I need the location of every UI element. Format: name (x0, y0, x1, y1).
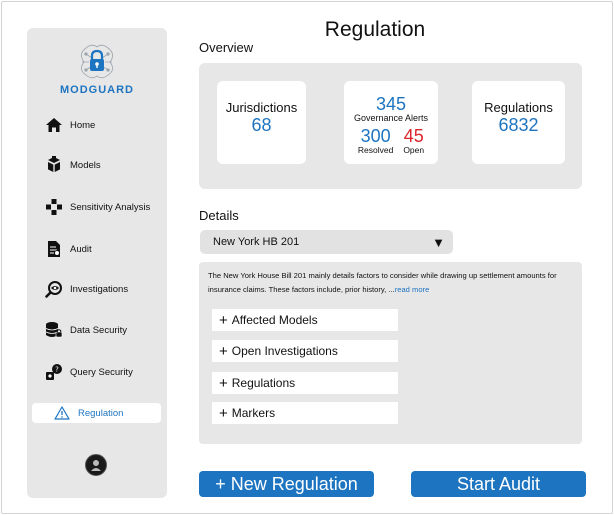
logo: MODGUARD (27, 42, 167, 96)
resolved-label: Resolved (357, 145, 394, 155)
governance-alerts-value: 345 (375, 94, 407, 114)
sidebar-item-label: Regulation (78, 407, 124, 419)
page-title: Regulation (324, 18, 426, 41)
plus-icon: + (219, 374, 228, 392)
query-gear-icon: ? (44, 362, 64, 382)
section-label: Affected Models (231, 313, 318, 327)
sidebar-item-investigations[interactable]: Investigations (32, 277, 162, 301)
overview-label: Overview (199, 40, 254, 55)
jurisdictions-label: Jurisdictions (225, 100, 298, 115)
magnifier-eye-icon (44, 279, 64, 299)
sidebar-item-regulation[interactable]: Regulation (32, 403, 161, 423)
section-label: Open Investigations (231, 344, 338, 358)
plus-icon: + (219, 404, 228, 422)
database-lock-icon (44, 320, 64, 340)
regulations-label: Regulations (484, 100, 553, 115)
section-open-investigations[interactable]: + Open Investigations (212, 340, 398, 362)
open-stat[interactable]: 45 Open (403, 127, 424, 155)
sidebar-item-label: Data Security (70, 324, 128, 336)
section-markers[interactable]: + Markers (212, 402, 398, 424)
sidebar-item-home[interactable]: Home (32, 113, 162, 137)
audit-document-icon (44, 239, 64, 259)
sidebar-item-label: Models (70, 159, 101, 171)
sidebar-item-label: Query Security (70, 366, 133, 378)
sidebar-item-models[interactable]: Models (32, 153, 162, 177)
overview-panel: Jurisdictions 68 345 Governance Alerts 3… (199, 63, 582, 189)
regulation-description: The New York House Bill 201 mainly detai… (208, 269, 568, 297)
governance-alerts-card[interactable]: 345 Governance Alerts 300 Resolved 45 Op… (344, 81, 438, 164)
svg-text:?: ? (55, 366, 59, 374)
regulation-select[interactable]: New York HB 201 ▼ (200, 230, 453, 254)
plus-icon: + (219, 311, 228, 329)
description-text: The New York House Bill 201 mainly detai… (208, 271, 557, 294)
new-regulation-button[interactable]: + New Regulation (199, 471, 374, 497)
models-icon (44, 155, 64, 175)
gamepad-icon (44, 197, 64, 217)
sidebar-item-sensitivity-analysis[interactable]: Sensitivity Analysis (32, 195, 162, 219)
sidebar-item-label: Investigations (70, 283, 129, 295)
jurisdictions-card[interactable]: Jurisdictions 68 (217, 81, 306, 164)
sidebar-item-label: Audit (70, 243, 92, 255)
regulation-select-value: New York HB 201 (213, 236, 300, 248)
regulations-value: 6832 (498, 115, 539, 135)
logo-text: MODGUARD (60, 84, 134, 96)
regulations-card[interactable]: Regulations 6832 (472, 81, 565, 164)
caret-down-icon: ▼ (432, 234, 445, 250)
read-more-link[interactable]: read more (395, 285, 430, 294)
alerts-breakdown: 300 Resolved 45 Open (344, 127, 438, 155)
avatar[interactable] (85, 454, 107, 476)
app-window: MODGUARD Home Models Sensitivity Analysi… (1, 1, 613, 514)
open-value: 45 (403, 126, 424, 146)
modguard-logo-icon (81, 44, 113, 79)
user-avatar-icon (91, 460, 101, 471)
resolved-value: 300 (360, 126, 391, 146)
details-panel: The New York House Bill 201 mainly detai… (199, 262, 582, 444)
section-label: Markers (231, 406, 276, 420)
section-regulations[interactable]: + Regulations (212, 372, 398, 394)
sidebar-item-data-security[interactable]: Data Security (32, 318, 162, 342)
sidebar: MODGUARD Home Models Sensitivity Analysi… (27, 28, 167, 498)
warning-triangle-icon (52, 403, 72, 423)
start-audit-button[interactable]: Start Audit (411, 471, 586, 497)
sidebar-item-label: Sensitivity Analysis (70, 201, 151, 213)
plus-icon: + (219, 342, 228, 360)
home-icon (44, 115, 64, 135)
details-label: Details (199, 208, 239, 223)
section-label: Regulations (231, 376, 296, 390)
sidebar-item-audit[interactable]: Audit (32, 237, 162, 261)
governance-alerts-label: Governance Alerts (353, 113, 429, 123)
open-label: Open (403, 145, 425, 155)
resolved-stat[interactable]: 300 Resolved (358, 127, 393, 155)
sidebar-item-label: Home (70, 119, 96, 131)
jurisdictions-value: 68 (251, 115, 272, 135)
section-affected-models[interactable]: + Affected Models (212, 309, 398, 331)
sidebar-item-query-security[interactable]: ? Query Security (32, 360, 162, 384)
